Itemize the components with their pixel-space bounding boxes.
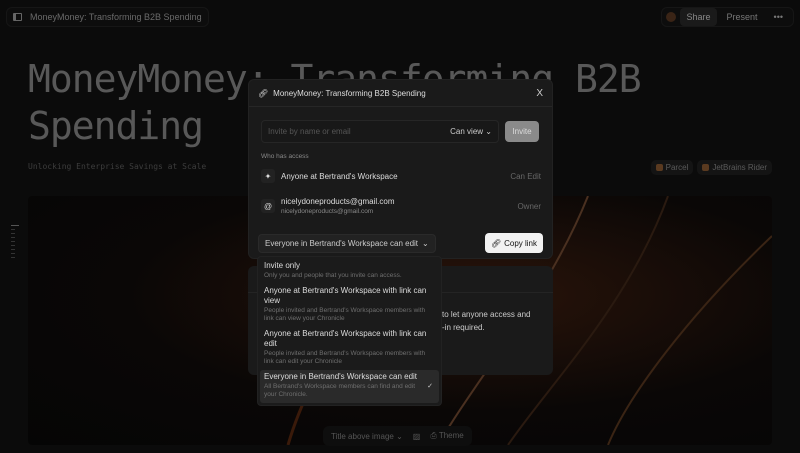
permission-label: Can view — [450, 127, 484, 136]
option-link-edit[interactable]: Anyone at Bertrand's Workspace with link… — [260, 327, 439, 370]
sidebar-toggle-icon[interactable] — [13, 13, 22, 21]
topbar-actions: Share Present ••• — [661, 7, 794, 27]
jetbrains-icon — [702, 164, 710, 171]
tag-label: Parcel — [665, 163, 689, 172]
more-options-icon[interactable]: ••• — [768, 8, 789, 26]
link-access-label: Everyone in Bertrand's Workspace can edi… — [265, 239, 419, 248]
option-desc: People invited and Bertrand's Workspace … — [264, 306, 426, 323]
option-workspace-edit[interactable]: Everyone in Bertrand's Workspace can edi… — [260, 369, 439, 403]
panel-text: to let anyone access and — [442, 310, 531, 319]
tag-label: JetBrains Rider — [712, 163, 767, 172]
link-icon: 🔗︎ — [258, 88, 269, 98]
option-title: Invite only — [264, 261, 301, 270]
access-row: @ nicelydoneproducts@gmail.com nicelydone… — [261, 197, 541, 215]
document-title-bar: MoneyMoney: Transforming B2B Spending — [6, 7, 209, 27]
tag-list: Parcel JetBrains Rider — [650, 160, 772, 175]
invite-button[interactable]: Invite — [505, 121, 539, 142]
permission-select[interactable]: Can view ⌄ — [450, 127, 492, 136]
checkmark-icon: ✓ — [427, 382, 433, 390]
layout-label: Title above image — [331, 431, 394, 441]
option-invite-only[interactable]: Invite only Only you and people that you … — [260, 259, 439, 284]
access-name: nicelydoneproducts@gmail.com — [281, 197, 395, 206]
option-title: Anyone at Bertrand's Workspace with link… — [264, 285, 427, 305]
workspace-icon: ✦ — [261, 169, 275, 183]
slide-scroll-indicator[interactable] — [11, 225, 19, 258]
access-role: Owner — [517, 201, 541, 211]
access-row: ✦ Anyone at Bertrand's Workspace Can Edi… — [261, 169, 541, 183]
chevron-down-icon: ⌄ — [422, 239, 429, 248]
access-name: Anyone at Bertrand's Workspace — [281, 171, 398, 181]
link-icon: 🔗︎ — [490, 238, 502, 248]
parcel-icon — [655, 164, 663, 171]
link-access-dropdown: Invite only Only you and people that you … — [257, 256, 442, 406]
avatar[interactable] — [666, 12, 677, 22]
option-desc: All Bertrand's Workspace members can fin… — [264, 382, 416, 399]
close-icon[interactable]: X — [536, 88, 543, 99]
option-title: Everyone in Bertrand's Workspace can edi… — [264, 371, 418, 381]
layout-select[interactable]: Title above image ⌄ — [331, 432, 403, 441]
tag-jetbrains-rider[interactable]: JetBrains Rider — [697, 160, 772, 175]
option-title: Anyone at Bertrand's Workspace with link… — [264, 328, 427, 348]
share-dialog: 🔗︎ MoneyMoney: Transforming B2B Spending… — [248, 79, 553, 259]
option-desc: People invited and Bertrand's Workspace … — [264, 349, 426, 366]
document-title: MoneyMoney: Transforming B2B Spending — [30, 12, 202, 22]
invite-placeholder: Invite by name or email — [268, 127, 351, 136]
slide-subtitle[interactable]: Unlocking Enterprise Savings at Scale — [28, 162, 206, 171]
option-desc: Only you and people that you invite can … — [264, 272, 402, 279]
slide-toolbar: Title above image ⌄ ▨ ⎙ Theme — [323, 426, 472, 446]
share-button[interactable]: Share — [680, 8, 717, 26]
copy-link-button[interactable]: 🔗︎ Copy link — [484, 233, 543, 253]
panel-text: -in required. — [442, 323, 485, 332]
present-button[interactable]: Present — [721, 8, 764, 26]
who-has-access-label: Who has access — [261, 153, 309, 160]
theme-button[interactable]: ⎙ Theme — [430, 431, 463, 441]
image-icon[interactable]: ▨ — [413, 432, 421, 441]
access-role[interactable]: Can Edit — [510, 172, 541, 181]
access-email: nicelydoneproducts@gmail.com — [281, 208, 374, 215]
link-access-select[interactable]: Everyone in Bertrand's Workspace can edi… — [258, 234, 436, 253]
copy-link-label: Copy link — [504, 238, 537, 248]
invite-input[interactable]: Invite by name or email Can view ⌄ — [261, 120, 499, 143]
dialog-title: MoneyMoney: Transforming B2B Spending — [273, 88, 426, 98]
theme-label: Theme — [438, 431, 464, 440]
user-icon: @ — [261, 199, 275, 213]
tag-parcel[interactable]: Parcel — [650, 160, 694, 175]
option-link-view[interactable]: Anyone at Bertrand's Workspace with link… — [260, 284, 439, 327]
